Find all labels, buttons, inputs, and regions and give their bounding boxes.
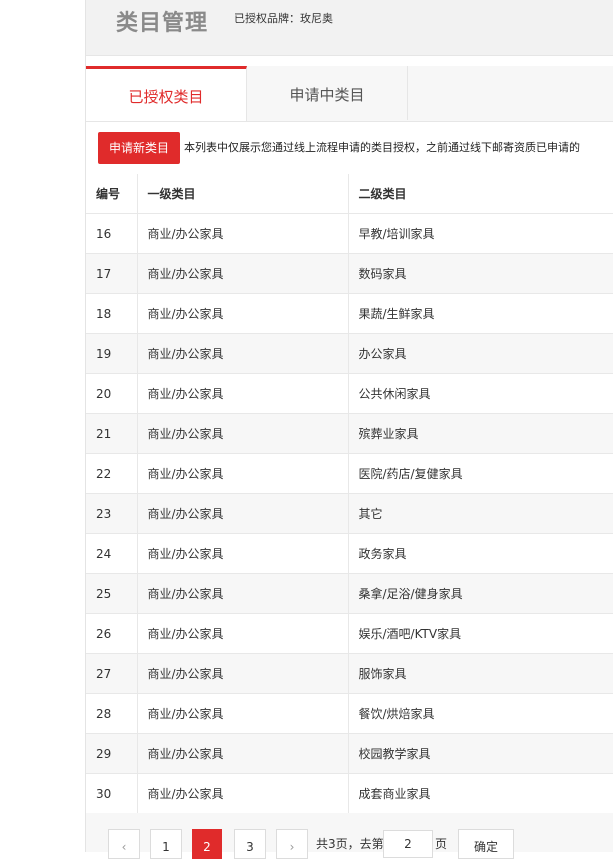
cell-level1: 商业/办公家具 [137, 773, 349, 814]
total-pages-text: 共3页，去第 [316, 837, 384, 851]
cell-number: 17 [86, 253, 138, 294]
page-title: 类目管理 [116, 11, 209, 36]
header-number: 编号 [86, 174, 138, 214]
cell-level2: 殡葬业家具 [348, 413, 613, 454]
table-row: 24 商业/办公家具 政务家具 [86, 533, 613, 574]
table-row: 21 商业/办公家具 殡葬业家具 [86, 413, 613, 454]
cell-level1: 商业/办公家具 [137, 573, 349, 614]
cell-number: 21 [86, 413, 138, 454]
toolbar: 申请新类目 本列表中仅展示您通过线上流程申请的类目授权，之前通过线下邮寄资质已申… [86, 122, 613, 172]
tab-pending-categories[interactable]: 申请中类目 [247, 66, 408, 120]
table-row: 30 商业/办公家具 成套商业家具 [86, 773, 613, 814]
table-row: 18 商业/办公家具 果蔬/生鲜家具 [86, 293, 613, 334]
page-button-2-current[interactable]: 2 [192, 829, 222, 859]
goto-page-input[interactable] [383, 830, 433, 858]
cell-number: 29 [86, 733, 138, 774]
cell-number: 16 [86, 213, 138, 254]
cell-level2: 服饰家具 [348, 653, 613, 694]
cell-level2: 医院/药店/复健家具 [348, 453, 613, 494]
category-table-wrap: 编号 一级类目 二级类目 16 商业/办公家具 早教/培训家具 17 商业/办公家具 数码… [86, 174, 613, 814]
page-unit-label: 页 [435, 837, 448, 851]
table-row: 23 商业/办公家具 其它 [86, 493, 613, 534]
header-level2: 二级类目 [348, 174, 613, 214]
cell-level1: 商业/办公家具 [137, 493, 349, 534]
cell-number: 25 [86, 573, 138, 614]
cell-level2: 数码家具 [348, 253, 613, 294]
cell-number: 22 [86, 453, 138, 494]
cell-number: 28 [86, 693, 138, 734]
brand-label: 已授权品牌： [234, 12, 300, 25]
pagination: ‹ 1 2 3 › 共3页，去第 页 确定 [86, 813, 613, 859]
table-row: 28 商业/办公家具 餐饮/烘焙家具 [86, 693, 613, 734]
apply-new-category-button[interactable]: 申请新类目 [98, 132, 180, 164]
confirm-goto-button[interactable]: 确定 [458, 829, 514, 859]
table-row: 19 商业/办公家具 办公家具 [86, 333, 613, 374]
cell-level2: 其它 [348, 493, 613, 534]
authorized-brand: 已授权品牌：玫尼奥 [234, 10, 333, 26]
cell-level2: 果蔬/生鲜家具 [348, 293, 613, 334]
cell-level1: 商业/办公家具 [137, 733, 349, 774]
next-page-button[interactable]: › [276, 829, 308, 859]
page-button-3[interactable]: 3 [234, 829, 266, 859]
cell-level1: 商业/办公家具 [137, 293, 349, 334]
page-header: 类目管理 已授权品牌：玫尼奥 [86, 0, 613, 56]
table-row: 16 商业/办公家具 早教/培训家具 [86, 213, 613, 254]
page-button-1[interactable]: 1 [150, 829, 182, 859]
cell-level1: 商业/办公家具 [137, 373, 349, 414]
category-table: 编号 一级类目 二级类目 16 商业/办公家具 早教/培训家具 17 商业/办公家具 数码… [86, 174, 613, 814]
cell-number: 18 [86, 293, 138, 334]
cell-level2: 校园教学家具 [348, 733, 613, 774]
notice-text: 本列表中仅展示您通过线上流程申请的类目授权，之前通过线下邮寄资质已申请的 [184, 141, 580, 154]
cell-level1: 商业/办公家具 [137, 253, 349, 294]
cell-level1: 商业/办公家具 [137, 333, 349, 374]
cell-level1: 商业/办公家具 [137, 693, 349, 734]
cell-level1: 商业/办公家具 [137, 213, 349, 254]
cell-level2: 公共休闲家具 [348, 373, 613, 414]
cell-level1: 商业/办公家具 [137, 453, 349, 494]
table-row: 20 商业/办公家具 公共休闲家具 [86, 373, 613, 414]
cell-level2: 餐饮/烘焙家具 [348, 693, 613, 734]
table-row: 29 商业/办公家具 校园教学家具 [86, 733, 613, 774]
table-row: 25 商业/办公家具 桑拿/足浴/健身家具 [86, 573, 613, 614]
cell-number: 23 [86, 493, 138, 534]
cell-level2: 早教/培训家具 [348, 213, 613, 254]
cell-level1: 商业/办公家具 [137, 653, 349, 694]
cell-level2: 成套商业家具 [348, 773, 613, 814]
cell-number: 24 [86, 533, 138, 574]
cell-number: 30 [86, 773, 138, 814]
table-row: 17 商业/办公家具 数码家具 [86, 253, 613, 294]
cell-number: 20 [86, 373, 138, 414]
prev-page-button[interactable]: ‹ [108, 829, 140, 859]
tab-authorized-categories[interactable]: 已授权类目 [86, 66, 247, 121]
cell-level2: 娱乐/酒吧/KTV家具 [348, 613, 613, 654]
cell-number: 19 [86, 333, 138, 374]
cell-level1: 商业/办公家具 [137, 413, 349, 454]
cell-level2: 桑拿/足浴/健身家具 [348, 573, 613, 614]
brand-name: 玫尼奥 [300, 12, 333, 25]
table-row: 26 商业/办公家具 娱乐/酒吧/KTV家具 [86, 613, 613, 654]
table-row: 27 商业/办公家具 服饰家具 [86, 653, 613, 694]
left-gutter [0, 0, 86, 852]
cell-level2: 办公家具 [348, 333, 613, 374]
cell-level2: 政务家具 [348, 533, 613, 574]
cell-number: 27 [86, 653, 138, 694]
table-header-row: 编号 一级类目 二级类目 [86, 174, 613, 214]
cell-level1: 商业/办公家具 [137, 533, 349, 574]
header-level1: 一级类目 [137, 174, 349, 214]
cell-number: 26 [86, 613, 138, 654]
cell-level1: 商业/办公家具 [137, 613, 349, 654]
tab-bar: 已授权类目 申请中类目 [86, 66, 613, 122]
table-row: 22 商业/办公家具 医院/药店/复健家具 [86, 453, 613, 494]
